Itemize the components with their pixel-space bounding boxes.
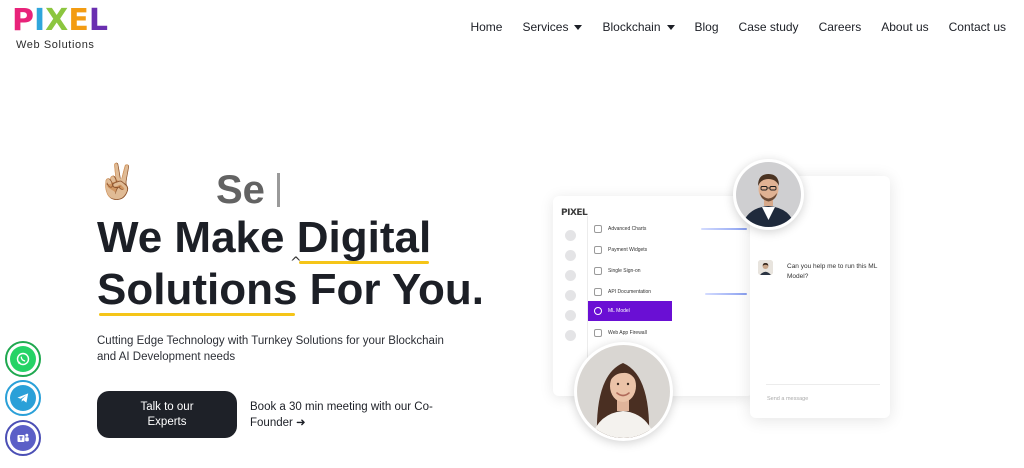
telegram-button[interactable] (5, 380, 41, 416)
sidebar-dot (565, 270, 576, 281)
nav-item-about-us[interactable]: About us (881, 20, 928, 34)
mockup-menu-label: Advanced Charts (608, 226, 647, 232)
sidebar-dot (565, 310, 576, 321)
firewall-icon (594, 329, 602, 337)
nav-label: About us (881, 20, 929, 34)
nav-item-services[interactable]: Services (522, 20, 583, 34)
chat-divider (766, 384, 880, 385)
headline-highlight: Solutions (97, 265, 298, 314)
avatar-glyph (758, 260, 773, 275)
headline-text: We Make (97, 213, 297, 262)
nav-label: Home (470, 20, 503, 34)
victory-hand-emoji: ✌🏼 (96, 162, 139, 202)
sidebar-dot (565, 330, 576, 341)
mockup-menu-label: Payment Widgets (608, 247, 648, 253)
whatsapp-button[interactable] (5, 341, 41, 377)
headline-line-2: Solutions For You. (97, 264, 484, 316)
headline-highlight: Digital (296, 213, 432, 262)
mockup-menu-item: Single Sign-on (588, 261, 672, 281)
nav-label: Case study (738, 20, 799, 34)
mockup-progress-line (705, 293, 747, 295)
whatsapp-icon (10, 346, 36, 372)
sidebar-dot (565, 230, 576, 241)
nav-label: Services (522, 20, 569, 34)
telegram-glyph (17, 393, 29, 403)
typing-cursor (276, 173, 280, 207)
caret-mark-icon: ^ (290, 255, 302, 271)
mockup-menu-label: Single Sign-on (608, 268, 641, 274)
chat-user-avatar (758, 260, 773, 275)
logo-mark: P I X E L (12, 3, 108, 38)
sidebar-dot (565, 250, 576, 261)
sidebar-dot (565, 290, 576, 301)
nav-item-home[interactable]: Home (470, 20, 502, 34)
nav-label: Blog (694, 20, 719, 34)
mockup-menu-item: Advanced Charts (588, 219, 672, 239)
sign-on-icon (594, 267, 602, 275)
mockup-menu-label: API Documentation (608, 289, 652, 295)
logo-letter: X (45, 3, 68, 38)
mockup-progress-line (701, 228, 747, 230)
nav-item-careers[interactable]: Careers (819, 20, 862, 34)
chat-input-placeholder: Send a message (767, 396, 809, 402)
man-portrait (733, 159, 804, 230)
mockup-menu-label: Web App Firewall (608, 330, 647, 336)
logo-letter: L (88, 3, 108, 38)
chart-icon (594, 225, 602, 233)
nav-label: Blockchain (602, 20, 661, 34)
caret-down-icon (666, 25, 675, 30)
nav-label: Contact us (948, 20, 1006, 34)
mockup-menu-item: Web App Firewall (588, 323, 672, 343)
book-meeting-link[interactable]: Book a 30 min meeting with our Co-Founde… (250, 399, 450, 431)
mockup-menu-item: Payment Widgets (588, 240, 672, 260)
main-nav: Home Services Blockchain Blog Case study… (450, 20, 1006, 34)
logo-tagline: Web Solutions (16, 39, 95, 51)
woman-portrait-image (577, 345, 670, 438)
brand-logo[interactable]: P I X E L Web Solutions (12, 3, 108, 54)
caret-down-icon (574, 25, 583, 30)
talk-to-experts-button[interactable]: Talk to our Experts (97, 391, 237, 438)
logo-letter: I (34, 3, 45, 38)
woman-portrait (574, 342, 673, 441)
teams-glyph (17, 433, 29, 442)
mockup-menu-label: ML Model (608, 308, 630, 314)
logo-letter: E (68, 3, 88, 38)
teams-icon (10, 425, 36, 451)
nav-item-contact-us[interactable]: Contact us (949, 20, 1006, 34)
nav-item-case-study[interactable]: Case study (739, 20, 799, 34)
ml-model-icon (594, 307, 602, 315)
nav-item-blockchain[interactable]: Blockchain (602, 20, 675, 34)
man-portrait-image (736, 162, 801, 227)
teams-button[interactable] (5, 420, 41, 456)
whatsapp-glyph (16, 352, 30, 366)
chat-message: Can you help me to run this ML Model? (787, 263, 878, 280)
nav-label: Careers (818, 20, 862, 34)
mockup-menu-item-active: ML Model (588, 301, 672, 321)
nav-item-blog[interactable]: Blog (695, 20, 719, 34)
typing-text: Se (216, 168, 280, 212)
typing-word: Se (216, 168, 265, 212)
widget-icon (594, 246, 602, 254)
document-icon (594, 288, 602, 296)
telegram-icon (10, 385, 36, 411)
logo-letter: P (12, 3, 34, 38)
headline-text: For You. (297, 265, 485, 314)
hero-subtext: Cutting Edge Technology with Turnkey Sol… (97, 335, 444, 363)
mockup-menu-item: API Documentation (588, 282, 672, 302)
mockup-logo: PIXEL (561, 208, 588, 218)
